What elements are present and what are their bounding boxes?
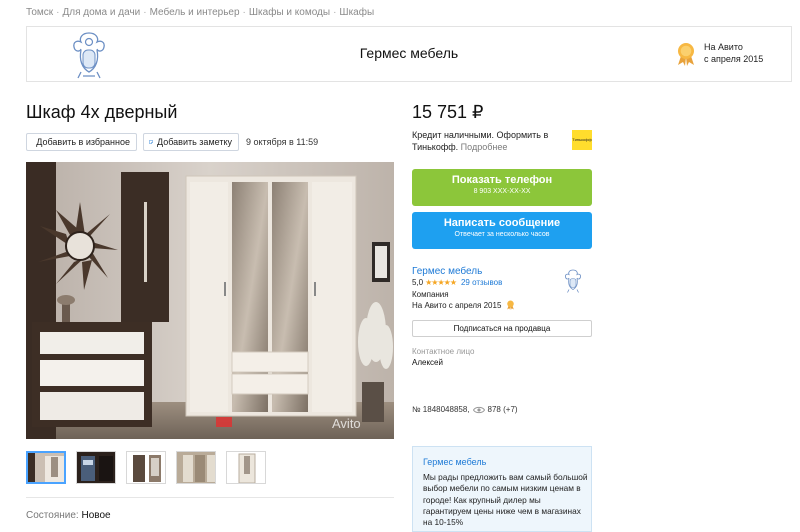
- ad-info: № 1848048858, 878 (+7): [412, 405, 518, 414]
- condition-value: Новое: [81, 510, 111, 521]
- condition-label: Состояние:: [26, 510, 79, 521]
- views-count: 878 (+7): [487, 405, 518, 414]
- breadcrumb-link-furniture[interactable]: Мебель и интерьер: [150, 7, 240, 18]
- ad-number: № 1848048858,: [412, 405, 470, 414]
- tinkoff-badge[interactable]: Тинькофф: [572, 130, 592, 150]
- thumbnail-strip: [26, 451, 266, 484]
- thumbnail-image: [177, 452, 215, 483]
- thumbnail[interactable]: [26, 451, 66, 484]
- promo-title[interactable]: Гермес мебель: [423, 457, 486, 467]
- breadcrumb-separator: ·: [333, 7, 337, 18]
- add-to-favorites-button[interactable]: Добавить в избранное: [26, 133, 137, 151]
- thumbnail-image: [28, 453, 64, 482]
- contact-person-name: Алексей: [412, 358, 443, 367]
- main-photo[interactable]: Avito: [26, 162, 394, 439]
- medal-icon: [678, 43, 694, 66]
- shop-since: На Авито с апреля 2015: [704, 41, 763, 65]
- seller-since: На Авито с апреля 2015: [412, 301, 502, 310]
- price: 15 751 ₽: [412, 102, 484, 122]
- rating-stars-icon: ★★★★★: [425, 278, 457, 287]
- avito-watermark: Avito: [332, 416, 361, 431]
- thumbnail-image: [77, 452, 115, 483]
- breadcrumb-separator: ·: [242, 7, 246, 18]
- breadcrumb-link-cabinets[interactable]: Шкафы и комоды: [249, 7, 330, 18]
- write-message-label: Написать сообщение: [443, 217, 561, 229]
- breadcrumb-separator: ·: [56, 7, 60, 18]
- credit-more-link[interactable]: Подробнее: [461, 142, 508, 152]
- add-note-label: Добавить заметку: [157, 137, 232, 147]
- promo-text: Мы рады предложить вам самый большой выб…: [423, 472, 588, 528]
- listing-title: Шкаф 4х дверный: [26, 102, 178, 122]
- breadcrumb-link-city[interactable]: Томск: [26, 7, 53, 18]
- seller-type: Компания: [412, 290, 449, 299]
- note-icon: [149, 140, 153, 144]
- credit-offer[interactable]: Кредит наличными. Оформить в Тинькофф. П…: [412, 129, 552, 153]
- eye-icon: [472, 406, 485, 413]
- thumbnail[interactable]: [226, 451, 266, 484]
- seller-name-link[interactable]: Гермес мебель: [412, 266, 482, 277]
- seller-logo[interactable]: [563, 265, 583, 297]
- subscribe-seller-button[interactable]: Подписаться на продавца: [412, 320, 592, 337]
- phone-masked: 8 903 XXX-XX-XX: [473, 188, 531, 195]
- breadcrumb-link-wardrobes[interactable]: Шкафы: [339, 7, 374, 18]
- seller-rating: 5,0 ★★★★★ 29 отзывов: [412, 278, 502, 287]
- seller-promo-box: Гермес мебель Мы рады предложить вам сам…: [412, 446, 592, 532]
- shop-header[interactable]: Гермес мебель На Авито с апреля 2015: [26, 26, 792, 82]
- medal-icon: [507, 300, 514, 310]
- thumbnail[interactable]: [176, 451, 216, 484]
- write-message-button[interactable]: Написать сообщение Отвечает за несколько…: [412, 212, 592, 249]
- shop-since-line-2: с апреля 2015: [704, 54, 764, 64]
- show-phone-button[interactable]: Показать телефон 8 903 XXX-XX-XX: [412, 169, 592, 206]
- seller-reviews-link[interactable]: 29 отзывов: [461, 278, 502, 287]
- thumbnail-image: [227, 452, 265, 483]
- divider: [26, 497, 394, 498]
- shop-since-line-1: На Авито: [704, 42, 743, 52]
- seller-rating-value: 5,0: [412, 278, 424, 287]
- contact-person-label: Контактное лицо: [412, 347, 475, 356]
- show-phone-label: Показать телефон: [451, 174, 553, 186]
- breadcrumb-separator: ·: [143, 7, 147, 18]
- breadcrumb: Томск · Для дома и дачи · Мебель и интерьер ·…: [26, 7, 374, 18]
- add-note-button[interactable]: Добавить заметку: [143, 133, 239, 151]
- listing-date: 9 октября в 11:59: [246, 137, 319, 147]
- condition: Состояние: Новое: [26, 510, 111, 521]
- thumbnail[interactable]: [126, 451, 166, 484]
- wardrobe-photo-illustration: Avito: [26, 162, 394, 439]
- breadcrumb-link-home[interactable]: Для дома и дачи: [62, 7, 140, 18]
- reply-time: Отвечает за несколько часов: [454, 231, 550, 238]
- add-to-favorites-label: Добавить в избранное: [36, 137, 130, 147]
- thumbnail-image: [127, 452, 165, 483]
- thumbnail[interactable]: [76, 451, 116, 484]
